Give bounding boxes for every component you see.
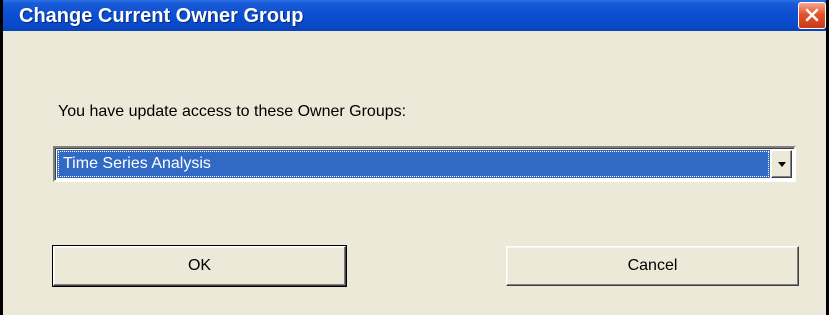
close-icon	[805, 8, 819, 22]
dialog-title: Change Current Owner Group	[19, 5, 304, 27]
dropdown-arrow-button[interactable]	[771, 150, 792, 178]
owner-groups-label: You have update access to these Owner Gr…	[58, 103, 407, 120]
ok-button[interactable]: OK	[52, 245, 347, 287]
cancel-button[interactable]: Cancel	[506, 246, 799, 286]
title-bar[interactable]: Change Current Owner Group	[3, 0, 826, 31]
owner-group-dropdown[interactable]: Time Series Analysis	[53, 146, 796, 182]
owner-group-selected-value[interactable]: Time Series Analysis	[57, 150, 770, 178]
close-button[interactable]	[798, 2, 826, 29]
change-owner-group-dialog: Change Current Owner Group You have upda…	[0, 0, 829, 315]
chevron-down-icon	[778, 162, 786, 167]
